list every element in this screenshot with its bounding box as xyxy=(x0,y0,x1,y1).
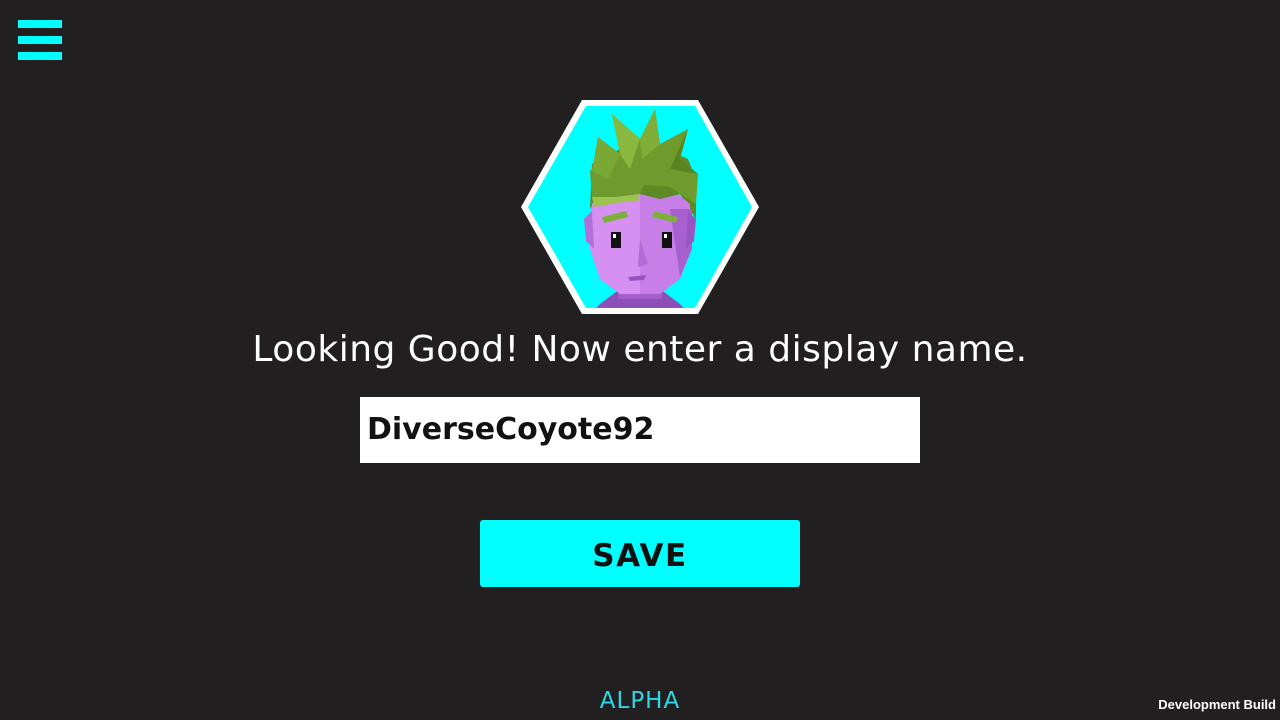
development-build-label: Development Build xyxy=(1158,697,1276,712)
display-name-prompt: Looking Good! Now enter a display name. xyxy=(252,329,1028,370)
alpha-label: ALPHA xyxy=(599,688,681,714)
avatar-portrait xyxy=(520,99,760,315)
display-name-input[interactable] xyxy=(360,397,920,463)
avatar-portrait-icon xyxy=(521,100,759,314)
save-button[interactable]: SAVE xyxy=(480,520,800,587)
menu-button[interactable] xyxy=(18,20,62,60)
